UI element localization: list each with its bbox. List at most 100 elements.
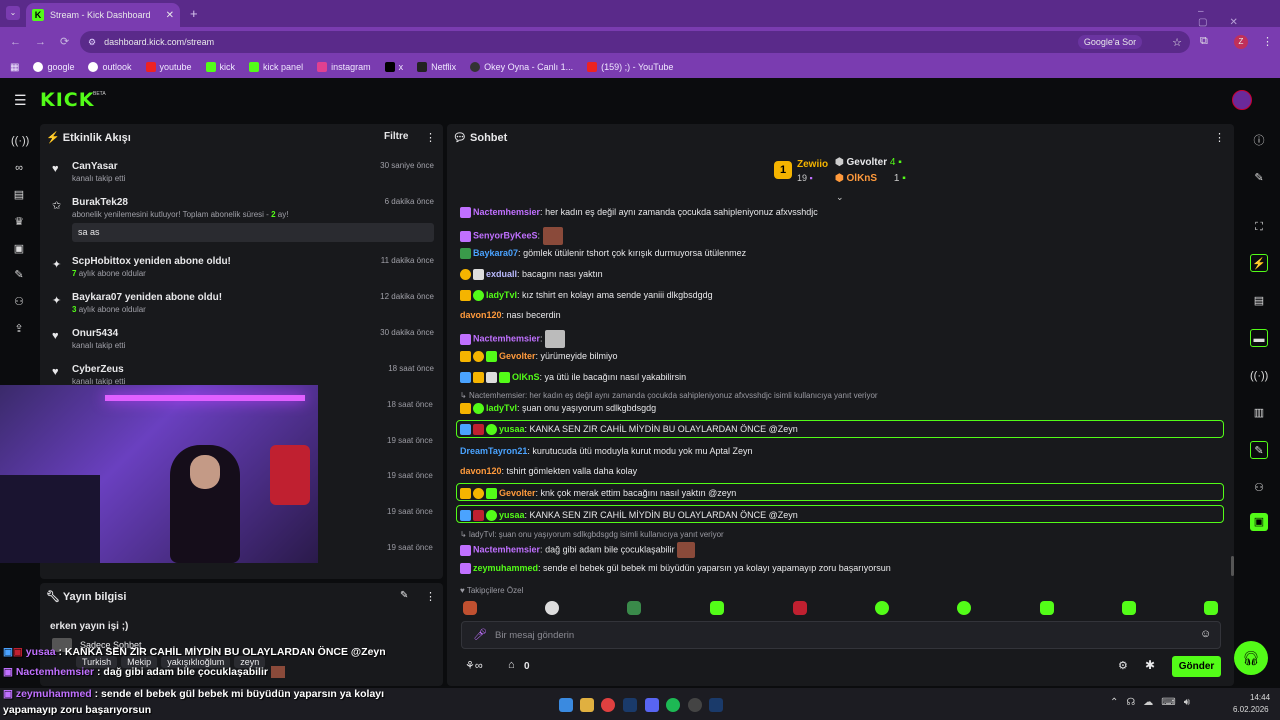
chat-message: exduall: bacagını nası yaktın [460, 269, 603, 281]
window-controls[interactable]: –▢✕ [1198, 6, 1280, 28]
chat-actions-icon[interactable]: ✱ [1145, 658, 1155, 672]
trophy-icon[interactable]: ♛ [11, 215, 27, 231]
emote-icon[interactable] [1122, 601, 1136, 615]
broadcast-icon[interactable]: ((·)) [1250, 367, 1268, 385]
emote-icon[interactable] [957, 601, 971, 615]
url-box[interactable]: ⚙ dashboard.kick.com/stream Google'a Sor… [80, 31, 1190, 53]
chat-message: Baykara07: gömlek ütülenir tshort çok kı… [460, 248, 746, 260]
activity-bolt-icon: ⚡ [46, 132, 63, 144]
document-icon[interactable]: ▤ [1250, 292, 1268, 310]
bookmark-netflix[interactable]: Netflix [417, 62, 456, 72]
overlay-chat-line: ▣ zeymuhammed : sende el bebek gül bebek… [3, 688, 385, 700]
top-gifter-rank-badge: 1 [774, 161, 792, 179]
profile-avatar[interactable]: Z [1234, 35, 1248, 49]
stream-icon[interactable]: ((·)) [11, 135, 29, 151]
google-ask-button[interactable]: Google'a Sor [1077, 35, 1143, 49]
kick-header [0, 78, 1280, 122]
edit-pencil-icon[interactable]: ✎ [1250, 169, 1268, 187]
bolt-icon[interactable]: ⚡ [1250, 254, 1268, 272]
chat-menu-icon[interactable]: ⋮ [1214, 131, 1225, 144]
activity-menu-icon[interactable]: ⋮ [425, 131, 436, 144]
app-green-icon[interactable]: ▣ [1250, 513, 1268, 531]
media-icon[interactable]: ▣ [11, 242, 27, 258]
obs-icon[interactable] [688, 698, 702, 712]
bookmark-google[interactable]: google [33, 62, 74, 72]
pinned-expand-icon[interactable]: ⌄ [836, 192, 844, 203]
apps-grid-icon[interactable]: ▦ [10, 62, 19, 73]
windows-start-icon[interactable] [559, 698, 573, 712]
chrome-icon[interactable] [601, 698, 615, 712]
stream-info-menu-icon[interactable]: ⋮ [425, 590, 436, 603]
users-icon[interactable]: ⚇ [11, 295, 27, 311]
browser-tab[interactable]: K Stream - Kick Dashboard ✕ [26, 3, 180, 27]
chat-settings-gear-icon[interactable]: ⚙ [1118, 659, 1128, 672]
emoji-picker-icon[interactable]: ☺ [1200, 628, 1211, 640]
system-tray-icons[interactable]: ⌃☊☁⌨🔊︎ [1110, 697, 1198, 708]
people-icon[interactable]: ⚇ [1250, 479, 1268, 497]
steam-icon[interactable] [623, 698, 637, 712]
new-tab-icon[interactable]: + [190, 6, 198, 21]
emote-icon[interactable] [545, 601, 559, 615]
hamburger-menu-icon[interactable]: ☰ [14, 92, 27, 109]
analytics-icon[interactable]: ▤ [11, 188, 27, 204]
bookmark-outlook[interactable]: outlook [88, 62, 132, 72]
link-icon[interactable]: ∞ [11, 162, 27, 178]
user-avatar[interactable] [1232, 90, 1252, 110]
points-store-icon[interactable]: ⌂ [508, 659, 515, 671]
emote-icon[interactable] [793, 601, 807, 615]
library-icon[interactable]: ▥ [1250, 404, 1268, 422]
emote-icon[interactable] [710, 601, 724, 615]
emote-icon [677, 542, 696, 558]
bookmark-youtube-159[interactable]: (159) ;) - YouTube [587, 62, 673, 72]
filter-button[interactable]: Filtre [384, 131, 408, 142]
bookmark-kick[interactable]: kick [205, 62, 235, 72]
emote-icon[interactable] [627, 601, 641, 615]
bookmark-youtube[interactable]: youtube [145, 62, 192, 72]
led-light-strip [105, 395, 305, 401]
chat-bubble-icon[interactable]: ▬ [1250, 329, 1268, 347]
fullscreen-icon[interactable]: ⛶ [1250, 218, 1268, 236]
bookmark-instagram[interactable]: instagram [317, 62, 371, 72]
heart-icon: ♥ [52, 330, 59, 342]
upload-icon[interactable]: ⇪ [11, 322, 27, 338]
emote-icon[interactable] [1204, 601, 1218, 615]
edit-pencil-icon[interactable]: ✎ [400, 590, 408, 601]
url-text[interactable]: dashboard.kick.com/stream [104, 37, 1078, 47]
chat-input[interactable] [461, 621, 1221, 649]
sparkle-icon: ✦ [52, 259, 62, 271]
chat-tools-icon[interactable]: ⚘∞ [465, 659, 483, 672]
tab-search-icon[interactable]: ⌄ [6, 6, 20, 20]
emote-icon[interactable] [463, 601, 477, 615]
discord-icon[interactable] [645, 698, 659, 712]
emote-icon[interactable] [875, 601, 889, 615]
emote-icon[interactable] [1040, 601, 1054, 615]
points-count: 0 [524, 661, 530, 672]
chat-message: ladyTvl: şuan onu yaşıyorum sdlkgbdsgdg [460, 403, 656, 415]
bookmark-star-icon[interactable]: ☆ [1172, 36, 1182, 49]
emote-icon [545, 330, 566, 348]
tab-title: Stream - Kick Dashboard [50, 10, 151, 20]
file-explorer-icon[interactable] [580, 698, 594, 712]
star-icon: ✩ [52, 200, 62, 212]
menu-kebab-icon[interactable]: ⋮ [1262, 35, 1273, 48]
chat-scrollbar[interactable] [1231, 556, 1234, 576]
bookmark-x[interactable]: x [384, 62, 403, 72]
bookmark-kick-panel[interactable]: kick panel [249, 62, 303, 72]
nav-buttons-icon[interactable]: ←→⟳ [10, 35, 83, 48]
tab-close-icon[interactable]: ✕ [166, 10, 174, 21]
wrench-icon[interactable]: ✎ [1250, 441, 1268, 459]
chat-input-placeholder[interactable]: Bir mesaj gönderin [495, 630, 574, 641]
support-headset-icon[interactable]: 🎧︎ [1234, 641, 1268, 675]
extensions-icon[interactable]: ⧉ [1200, 35, 1208, 48]
chat-message: Nactemhemsier: [460, 330, 566, 348]
spotify-icon[interactable] [666, 698, 680, 712]
second-gifter: ⬢ Gevolter 4 ▪ [835, 157, 902, 168]
info-icon[interactable]: ⓘ [1250, 132, 1268, 150]
send-button[interactable]: Gönder [1172, 656, 1221, 677]
wrench-icon[interactable]: ✎ [11, 268, 27, 284]
steam-icon[interactable] [709, 698, 723, 712]
site-info-icon[interactable]: ⚙ [88, 37, 96, 48]
microphone-icon[interactable]: 🎤︎ [473, 628, 487, 641]
bookmark-okey[interactable]: Okey Oyna - Canlı 1... [470, 62, 573, 72]
kick-logo[interactable]: KICK [40, 89, 94, 111]
